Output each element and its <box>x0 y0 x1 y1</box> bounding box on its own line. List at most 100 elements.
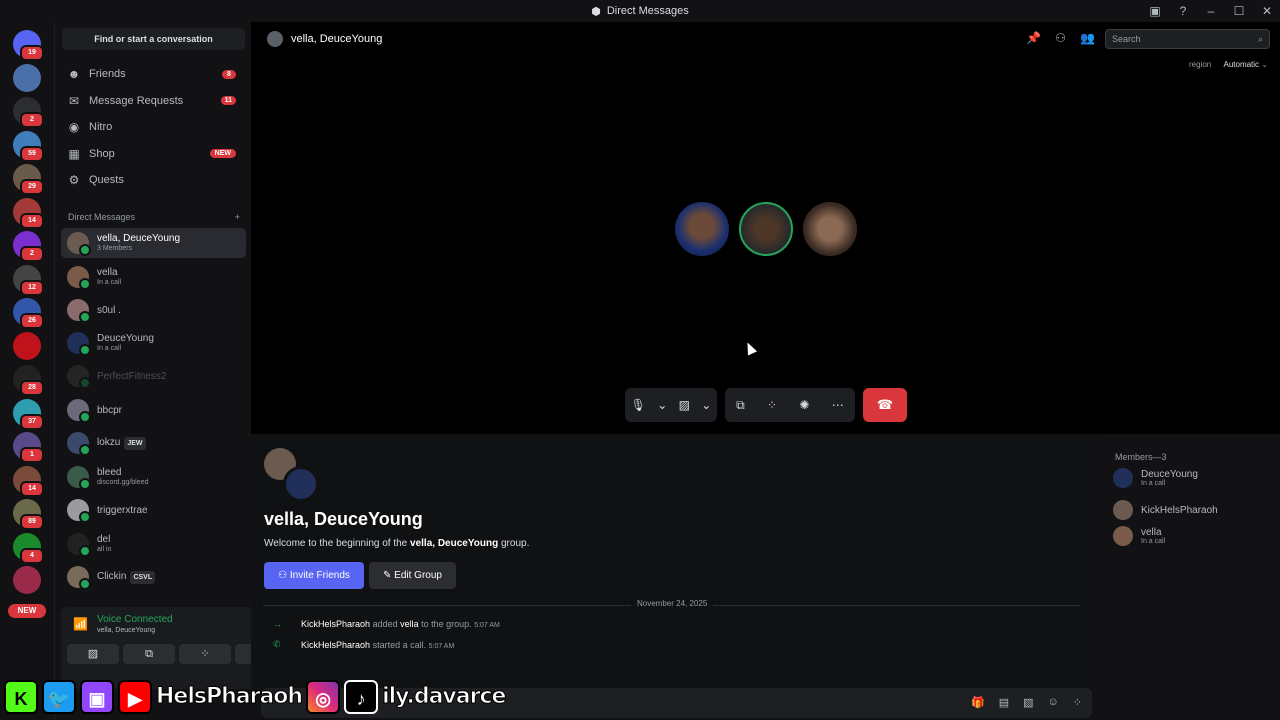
home-dm-button[interactable]: 19 <box>13 30 44 61</box>
nav-shop[interactable]: ▦ Shop NEW <box>61 142 246 166</box>
server-icon[interactable]: 4 <box>13 532 44 564</box>
join-arrow-icon: → <box>273 619 282 629</box>
stream-overlay: K 🐦 ▣ ▶ HelsPharaoh ◎ ♪ ily.davarce <box>0 673 507 720</box>
new-badge[interactable]: NEW <box>8 604 46 618</box>
dm-item[interactable]: triggerxtrae <box>61 495 246 525</box>
dm-item[interactable]: vella In a call <box>61 262 246 292</box>
dm-name: del <box>97 534 111 545</box>
inbox-icon[interactable]: ▣ <box>1148 4 1162 18</box>
dm-item[interactable]: DeuceYoung In a call <box>61 328 246 358</box>
main-panel: vella, DeuceYoung 📌 ⚇ 👥 Search ⌕ region … <box>251 22 1280 720</box>
invite-friends-button[interactable]: ⚇ Invite Friends <box>264 562 364 589</box>
pin-icon[interactable]: 📌 <box>1026 31 1041 45</box>
server-icon[interactable]: 59 <box>13 130 44 162</box>
server-icon[interactable]: 89 <box>13 499 44 530</box>
server-icon[interactable]: 2 <box>13 231 44 262</box>
dm-item[interactable]: bbcpr <box>61 395 246 425</box>
search-input[interactable]: Search ⌕ <box>1105 29 1270 49</box>
server-icon[interactable] <box>13 566 41 594</box>
dm-item[interactable]: Clickin CSVL <box>61 562 246 592</box>
server-icon[interactable]: 37 <box>13 398 44 430</box>
avatar <box>67 232 91 256</box>
member-item[interactable]: KickHelsPharaoh <box>1113 500 1218 520</box>
minimize-button[interactable]: – <box>1204 4 1218 18</box>
help-icon[interactable]: ? <box>1176 4 1190 18</box>
status-indicator <box>79 344 91 356</box>
chevron-down-icon[interactable]: ⌄ <box>701 398 711 412</box>
dm-item[interactable]: bleed discord.gg/bleed <box>61 462 246 492</box>
member-item[interactable]: DeuceYoung In a call <box>1113 468 1198 488</box>
add-dm-icon[interactable]: + <box>235 212 240 222</box>
emoji-icon[interactable]: ☺ <box>1048 696 1059 709</box>
server-icon[interactable] <box>13 63 41 92</box>
sticker-icon[interactable]: ▧ <box>1023 696 1033 709</box>
avatar <box>1113 468 1133 488</box>
nav-label: Nitro <box>89 121 113 133</box>
shop-icon: ▦ <box>68 146 80 161</box>
activities-button[interactable]: ⁘ <box>179 644 231 664</box>
dm-header: Direct Messages + <box>68 212 240 222</box>
close-button[interactable]: ✕ <box>1260 4 1274 18</box>
status-indicator <box>79 578 91 590</box>
dm-subtitle: In a call <box>97 345 122 352</box>
screen-share-icon[interactable]: ⧉ <box>736 398 745 413</box>
twitch-icon: ▣ <box>80 679 114 714</box>
unread-badge: 2 <box>20 246 44 262</box>
gif-icon[interactable]: ▤ <box>999 696 1009 709</box>
dm-item[interactable]: lokzu JEW <box>61 428 246 458</box>
server-icon[interactable]: 14 <box>13 465 44 497</box>
member-list-icon[interactable]: 👥 <box>1080 31 1095 45</box>
server-icon[interactable]: 1 <box>13 432 44 463</box>
overlay-handle: ily.davarce <box>382 684 507 710</box>
kick-icon: K <box>4 679 38 714</box>
server-icon[interactable]: 2 <box>13 97 44 128</box>
dm-item[interactable]: PerfectFitness2 <box>61 361 246 391</box>
unread-badge: 4 <box>20 547 44 564</box>
server-icon[interactable]: 29 <box>13 164 44 195</box>
dm-item[interactable]: s0ul . <box>61 295 246 325</box>
member-item[interactable]: vella In a call <box>1113 526 1165 546</box>
unread-badge: 89 <box>20 514 44 530</box>
server-icon[interactable]: 28 <box>13 365 44 396</box>
unread-badge: 29 <box>20 179 44 195</box>
message-author[interactable]: KickHelsPharaoh <box>301 640 370 650</box>
apps-icon[interactable]: ⁘ <box>1073 696 1082 709</box>
status-indicator <box>79 444 91 456</box>
search-icon: ⌕ <box>1257 34 1263 44</box>
nav-friends[interactable]: ☻ Friends 8 <box>61 62 246 86</box>
microphone-icon[interactable]: 🎙 <box>631 398 646 412</box>
call-participant-avatar[interactable] <box>739 202 793 256</box>
hang-up-button[interactable]: ☎ <box>863 388 907 422</box>
find-conversation-button[interactable]: Find or start a conversation <box>62 28 245 50</box>
call-participant-avatar[interactable] <box>675 202 729 256</box>
dm-subtitle: In a call <box>97 279 122 286</box>
dm-item[interactable]: vella, DeuceYoung 3 Members <box>61 228 246 258</box>
camera-off-button[interactable]: ▨ <box>67 644 119 664</box>
server-icon[interactable]: 26 <box>13 298 44 329</box>
server-icon[interactable]: 14 <box>13 197 44 229</box>
camera-off-icon[interactable]: ▨ <box>679 398 690 412</box>
nav-quests[interactable]: ⚙ Quests <box>61 168 246 192</box>
dm-name: Clickin CSVL <box>97 570 156 584</box>
system-message: ✆ KickHelsPharaoh started a call. 5:07 AM <box>273 639 455 650</box>
dm-item[interactable]: del all in <box>61 529 246 559</box>
more-options-icon[interactable]: ⋯ <box>832 398 844 412</box>
call-participant-avatar[interactable] <box>803 202 857 256</box>
server-icon[interactable]: 12 <box>13 264 44 296</box>
activities-icon[interactable]: ⁘ <box>767 398 777 412</box>
soundboard-icon[interactable]: ✺ <box>799 398 809 412</box>
message-target[interactable]: vella <box>400 619 419 629</box>
screen-share-button[interactable]: ⧉ <box>123 644 175 664</box>
chevron-down-icon[interactable]: ⌄ <box>657 398 667 412</box>
add-friends-icon[interactable]: ⚇ <box>1055 31 1066 45</box>
timestamp: 5:07 AM <box>474 622 500 629</box>
edit-group-button[interactable]: ✎ Edit Group <box>369 562 456 589</box>
nav-message-requests[interactable]: ✉ Message Requests 11 <box>61 89 246 113</box>
server-icon[interactable] <box>13 331 41 360</box>
message-author[interactable]: KickHelsPharaoh <box>301 619 370 629</box>
dm-name: vella, DeuceYoung <box>97 233 181 244</box>
nav-nitro[interactable]: ◉ Nitro <box>61 115 246 139</box>
gift-icon[interactable]: 🎁 <box>971 696 985 709</box>
date-divider-label: November 24, 2025 <box>631 599 714 608</box>
maximize-button[interactable]: ☐ <box>1232 4 1246 18</box>
